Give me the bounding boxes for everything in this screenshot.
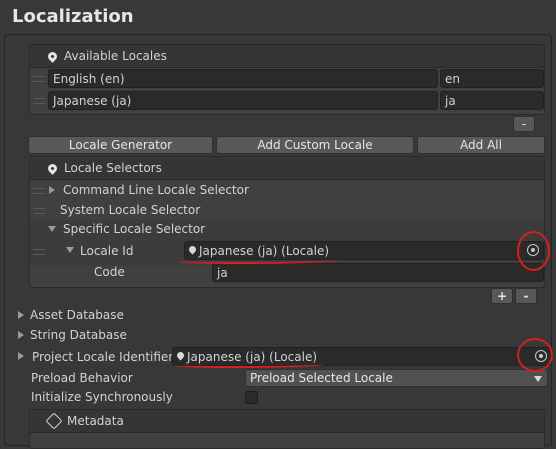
locale-code-field-en[interactable]: en bbox=[440, 69, 544, 88]
metadata-panel: Metadata bbox=[29, 409, 545, 449]
system-selector-label[interactable]: System Locale Selector bbox=[60, 203, 200, 217]
specific-selector-label[interactable]: Specific Locale Selector bbox=[63, 222, 205, 236]
locale-code-field-ja[interactable]: ja bbox=[440, 91, 544, 110]
locale-pin-icon bbox=[175, 350, 186, 361]
locale-name-field-en[interactable]: English (en) bbox=[48, 69, 438, 88]
drag-handle-icon[interactable] bbox=[33, 98, 45, 104]
project-locale-label: Project Locale Identifier bbox=[32, 350, 174, 364]
available-locales-header: Available Locales bbox=[30, 45, 544, 68]
asset-database-label[interactable]: Asset Database bbox=[30, 308, 124, 322]
dropdown-arrow-icon bbox=[534, 376, 542, 382]
add-custom-locale-button[interactable]: Add Custom Locale bbox=[216, 136, 414, 154]
code-field[interactable]: ja bbox=[212, 263, 544, 282]
preload-label: Preload Behavior bbox=[31, 371, 133, 385]
metadata-header: Metadata bbox=[30, 410, 544, 433]
locale-pin-icon bbox=[46, 161, 59, 175]
foldout-arrow-icon[interactable] bbox=[49, 186, 55, 194]
remove-selector-button[interactable]: - bbox=[515, 288, 537, 304]
locale-id-label: Locale Id bbox=[80, 244, 134, 258]
preload-dropdown[interactable]: Preload Selected Locale bbox=[245, 369, 548, 387]
metadata-title: Metadata bbox=[67, 414, 124, 428]
annotation-circle bbox=[517, 338, 553, 372]
foldout-arrow-icon[interactable] bbox=[48, 226, 56, 232]
remove-locale-button[interactable]: - bbox=[513, 116, 535, 132]
code-label: Code bbox=[94, 265, 125, 279]
command-line-selector-label[interactable]: Command Line Locale Selector bbox=[63, 183, 249, 197]
string-database-label[interactable]: String Database bbox=[30, 328, 127, 342]
add-all-button[interactable]: Add All bbox=[417, 136, 545, 154]
drag-handle-icon[interactable] bbox=[33, 208, 45, 214]
init-sync-checkbox[interactable] bbox=[245, 391, 258, 404]
metadata-icon bbox=[45, 412, 63, 430]
locale-generator-button[interactable]: Locale Generator bbox=[28, 136, 213, 154]
add-selector-button[interactable]: + bbox=[491, 288, 513, 304]
page-title: Localization bbox=[12, 6, 134, 27]
drag-handle-icon[interactable] bbox=[33, 188, 45, 194]
locale-selectors-title: Locale Selectors bbox=[64, 161, 162, 175]
foldout-arrow-icon[interactable] bbox=[18, 311, 24, 319]
locale-name-field-ja[interactable]: Japanese (ja) bbox=[48, 91, 438, 110]
foldout-arrow-icon[interactable] bbox=[66, 247, 74, 253]
locale-selectors-header: Locale Selectors bbox=[30, 157, 544, 180]
foldout-arrow-icon[interactable] bbox=[18, 331, 24, 339]
locale-pin-icon bbox=[187, 244, 198, 255]
annotation-circle bbox=[517, 231, 550, 271]
locale-pin-icon bbox=[46, 49, 59, 63]
available-locales-title: Available Locales bbox=[64, 49, 167, 63]
drag-handle-icon[interactable] bbox=[33, 76, 45, 82]
foldout-arrow-icon[interactable] bbox=[18, 352, 24, 360]
drag-handle-icon[interactable] bbox=[33, 249, 45, 255]
init-sync-label: Initialize Synchronously bbox=[31, 390, 173, 404]
